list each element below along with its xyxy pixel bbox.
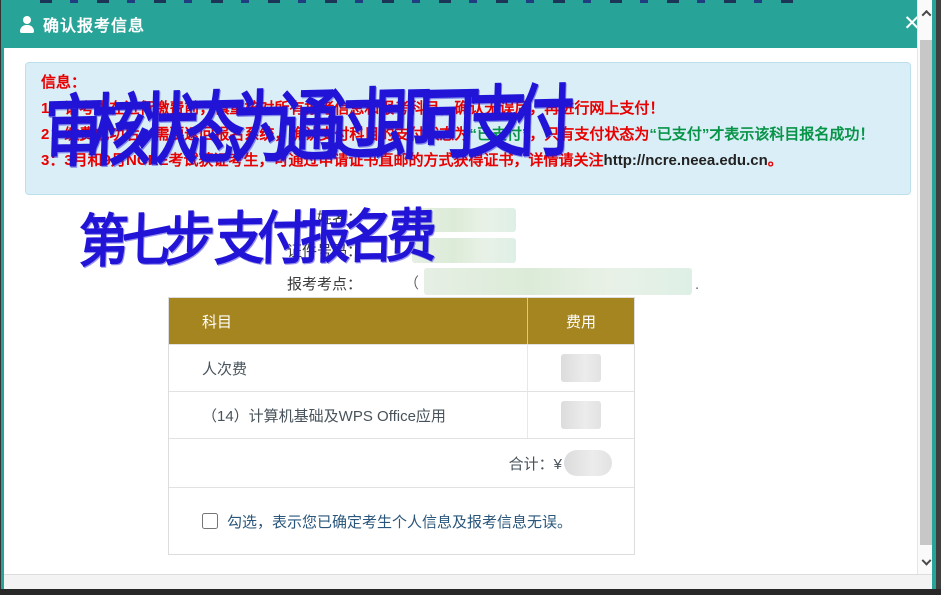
exam-site-label: 报考考点： — [160, 273, 362, 294]
table-row: （14）计算机基础及WPS Office应用 — [169, 391, 634, 438]
window-edge-bottom — [0, 589, 941, 595]
window-edge-right — [936, 0, 941, 595]
ncre-url-text: http://ncre.neea.edu.cn — [604, 152, 768, 169]
dialog-header: 确认报考信息 — [1, 0, 917, 48]
id-number-value-redacted — [412, 238, 516, 263]
fee-value-redacted — [561, 401, 601, 429]
payment-confirm-dialog: 确认报考信息 ✕ 信息： 1：请考生在进行缴费前，慎重核对所有报考信息和报考科目… — [0, 0, 941, 595]
total-label: 合计：¥ — [509, 453, 562, 474]
exam-site-value-redacted — [424, 268, 692, 295]
dialog-footer — [1, 574, 936, 589]
exam-site-period: . — [695, 276, 699, 293]
vertical-scrollbar[interactable] — [917, 0, 933, 575]
name-label: 姓名： — [160, 207, 362, 228]
fee-table-header: 科目 费用 — [169, 298, 634, 344]
total-row: 合计：¥ — [169, 438, 634, 487]
notice-box: 信息： 1：请考生在进行缴费前，慎重核对所有报考信息和报考科目，确认无误后，再进… — [25, 62, 911, 195]
confirm-checkbox-label: 勾选，表示您已确定考生个人信息及报考信息无误。 — [227, 511, 572, 532]
confirm-checkbox[interactable] — [202, 513, 218, 529]
id-number-label: 证件号码： — [160, 240, 362, 261]
notice-line-3: 3：3月和9月NCRE考试获证考生，可通过申请证书直邮的方式获得证书，详情请关注… — [41, 148, 895, 174]
subject-cell: （14）计算机基础及WPS Office应用 — [169, 405, 527, 426]
dialog-title: 确认报考信息 — [43, 12, 145, 36]
confirm-row: 勾选，表示您已确定考生个人信息及报考信息无误。 — [169, 487, 634, 554]
cropped-handwriting-remnant — [40, 0, 800, 3]
subject-column-header: 科目 — [169, 311, 527, 332]
user-icon — [19, 16, 35, 32]
table-row: 人次费 — [169, 344, 634, 391]
exam-site-paren: （ — [404, 272, 419, 293]
fee-column-header: 费用 — [527, 298, 634, 344]
window-edge-left — [0, 0, 1, 589]
notice-heading: 信息： — [41, 70, 895, 96]
total-value-redacted — [564, 450, 612, 476]
fee-table: 科目 费用 人次费 （14）计算机基础及WPS Office应用 合计：¥ 勾选… — [168, 297, 635, 555]
fee-value-redacted — [561, 354, 601, 382]
name-value-redacted — [412, 208, 516, 232]
subject-cell: 人次费 — [169, 358, 527, 379]
notice-line-2: 2：缴费成功后，需要返回报名系统，确认支付科目的支付状态为“已支付”，只有支付状… — [41, 122, 895, 148]
notice-line-1: 1：请考生在进行缴费前，慎重核对所有报考信息和报考科目，确认无误后，再进行网上支… — [41, 96, 895, 122]
dialog-border-left — [1, 0, 4, 589]
